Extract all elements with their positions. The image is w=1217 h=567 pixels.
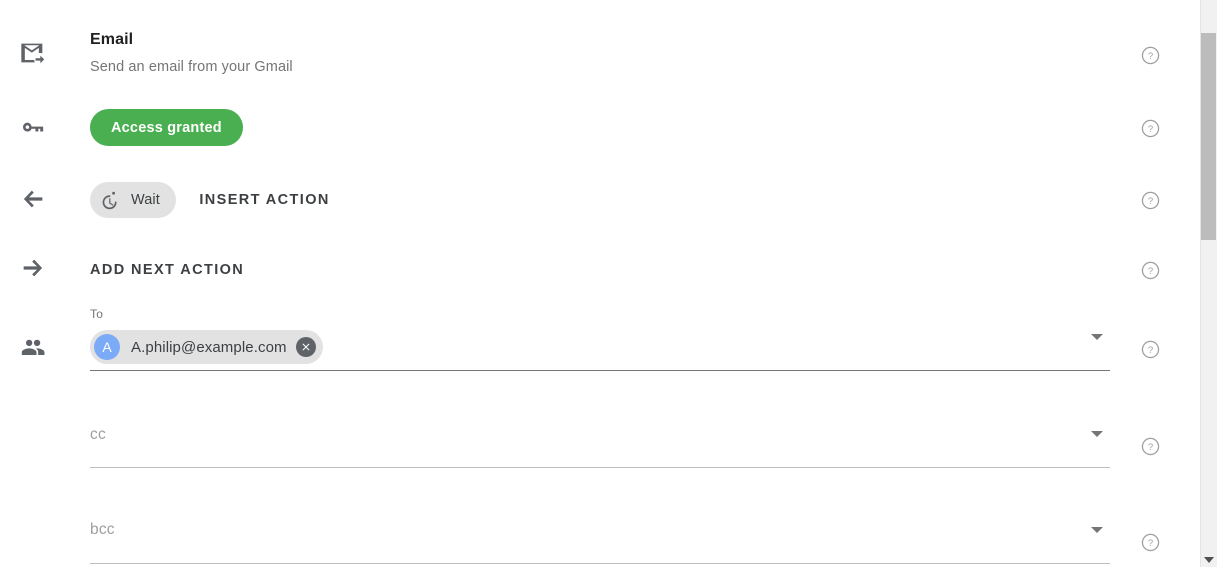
access-content: Access granted: [90, 109, 243, 146]
wait-chip-label: Wait: [131, 192, 160, 208]
insert-action-content: Wait INSERT ACTION: [90, 182, 330, 218]
svg-text:?: ?: [1148, 442, 1153, 453]
svg-text:?: ?: [1148, 124, 1153, 135]
page-title: Email: [90, 31, 134, 48]
arrow-back-icon: [18, 184, 48, 214]
page-subtitle: Send an email from your Gmail: [90, 59, 293, 75]
help-icon[interactable]: ?: [1141, 191, 1160, 210]
help-icon[interactable]: ?: [1141, 46, 1160, 65]
icon-rail: [0, 0, 68, 567]
help-icon[interactable]: ?: [1141, 533, 1160, 552]
recipient-email: A.philip@example.com: [131, 338, 287, 356]
wait-chip[interactable]: Wait: [90, 182, 176, 218]
help-icon[interactable]: ?: [1141, 340, 1160, 359]
cc-field-placeholder: cc: [90, 426, 106, 443]
people-icon: [18, 332, 48, 362]
close-icon[interactable]: [295, 337, 316, 357]
key-icon: [18, 112, 48, 142]
to-field-label: To: [90, 307, 104, 321]
to-field-underline: [90, 370, 1110, 371]
header-content: Email Send an email from your Gmail: [90, 30, 293, 77]
scrollbar-thumb[interactable]: [1201, 33, 1216, 240]
cc-field[interactable]: cc: [90, 426, 1110, 444]
timer-icon: [98, 188, 122, 212]
access-granted-button[interactable]: Access granted: [90, 109, 243, 146]
bcc-field-placeholder: bcc: [90, 521, 115, 538]
bcc-dropdown-caret-icon[interactable]: [1091, 527, 1103, 533]
recipient-chip[interactable]: A A.philip@example.com: [90, 330, 323, 364]
help-icon[interactable]: ?: [1141, 261, 1160, 280]
add-next-action-button[interactable]: ADD NEXT ACTION: [90, 262, 244, 278]
to-field: To A A.philip@example.com: [90, 307, 1110, 364]
add-next-action-content: ADD NEXT ACTION: [90, 261, 244, 279]
help-icon[interactable]: ?: [1141, 437, 1160, 456]
insert-action-button[interactable]: INSERT ACTION: [199, 192, 329, 208]
svg-text:?: ?: [1148, 538, 1153, 549]
to-dropdown-caret-icon[interactable]: [1091, 334, 1103, 340]
bcc-field[interactable]: bcc: [90, 521, 1110, 539]
svg-text:?: ?: [1148, 196, 1153, 207]
send-email-icon: [18, 38, 48, 68]
scrollbar-track[interactable]: [1200, 0, 1217, 567]
bcc-field-underline: [90, 563, 1110, 564]
avatar: A: [94, 334, 120, 360]
svg-text:?: ?: [1148, 51, 1153, 62]
svg-text:?: ?: [1148, 266, 1153, 277]
scrollbar-down-arrow-icon[interactable]: [1204, 557, 1214, 563]
arrow-forward-icon: [18, 253, 48, 283]
cc-field-underline: [90, 467, 1110, 468]
cc-dropdown-caret-icon[interactable]: [1091, 431, 1103, 437]
help-icon[interactable]: ?: [1141, 119, 1160, 138]
svg-text:?: ?: [1148, 345, 1153, 356]
email-action-panel: Email Send an email from your Gmail Acce…: [0, 0, 1217, 567]
